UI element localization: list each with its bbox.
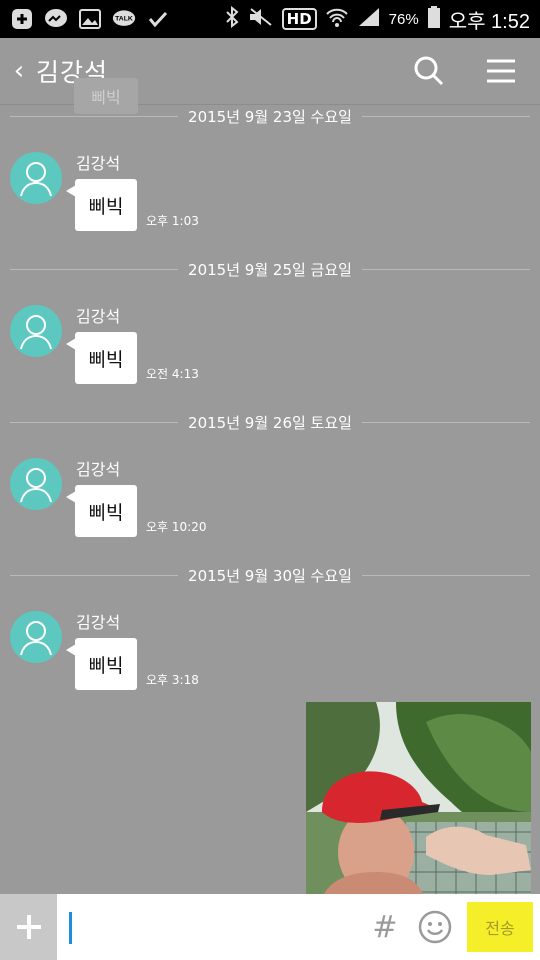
menu-button[interactable] [484, 54, 518, 88]
chat-area[interactable]: 2015년 9월 23일 수요일 김강석 삐빅 오후 1:03 2015년 9월… [0, 104, 540, 894]
search-button[interactable] [412, 54, 446, 88]
person-icon [20, 621, 52, 656]
photo-message[interactable] [306, 702, 531, 894]
battery-percent: 76% [388, 10, 419, 28]
person-icon [20, 162, 52, 197]
message-item: 김강석 삐빅 오후 3:18 [0, 611, 540, 701]
smiley-icon [418, 910, 452, 944]
input-bar: # 전송 [0, 894, 540, 960]
battery-icon [427, 5, 441, 34]
chat-header: 삐빅 ‹ 김강석 [0, 38, 540, 114]
date-separator: 2015년 9월 30일 수요일 [0, 563, 540, 587]
message-item: 김강석 삐빅 오후 1:03 [0, 152, 540, 242]
wifi-icon [325, 6, 349, 33]
signal-icon [357, 6, 381, 33]
message-time: 오후 1:03 [146, 214, 199, 228]
notification-plus-icon [10, 7, 34, 31]
date-separator: 2015년 9월 23일 수요일 [0, 104, 540, 128]
sender-name: 김강석 [76, 613, 121, 632]
avatar[interactable] [10, 611, 62, 663]
emoticon-button[interactable] [415, 907, 455, 947]
gallery-icon [78, 7, 102, 31]
clock: 오후 1:52 [448, 10, 530, 33]
search-icon [414, 56, 444, 86]
sender-name: 김강석 [76, 307, 121, 326]
hamburger-icon [487, 59, 515, 83]
send-button[interactable]: 전송 [467, 902, 533, 952]
date-separator: 2015년 9월 25일 금요일 [0, 257, 540, 281]
person-icon [20, 468, 52, 503]
date-separator: 2015년 9월 26일 토요일 [0, 410, 540, 434]
kakaotalk-icon: TALK [112, 7, 136, 31]
avatar[interactable] [10, 305, 62, 357]
messenger-icon [44, 7, 68, 31]
date-text: 2015년 9월 23일 수요일 [188, 107, 352, 126]
bluetooth-icon [224, 5, 240, 33]
sender-name: 김강석 [76, 460, 121, 479]
status-bar: TALK HD 76% 오후 1:52 [0, 0, 540, 38]
message-bubble[interactable]: 삐빅 [66, 332, 137, 384]
back-button[interactable]: ‹ [2, 56, 36, 86]
message-bubble[interactable]: 삐빅 [66, 179, 137, 231]
photo-image [306, 702, 531, 894]
message-input[interactable] [57, 894, 365, 960]
message-item: 김강석 삐빅 오전 4:13 [0, 305, 540, 395]
message-item: 김강석 삐빅 오후 10:20 [0, 458, 540, 548]
date-text: 2015년 9월 26일 토요일 [188, 413, 352, 432]
message-bubble[interactable]: 삐빅 [66, 638, 137, 690]
message-time: 오후 10:20 [146, 520, 207, 534]
message-time: 오후 3:18 [146, 673, 199, 687]
date-text: 2015년 9월 25일 금요일 [188, 260, 352, 279]
person-icon [20, 315, 52, 350]
plus-icon [16, 915, 41, 939]
date-text: 2015년 9월 30일 수요일 [188, 566, 352, 585]
mute-icon [248, 6, 274, 33]
talk-label: TALK [115, 16, 133, 23]
add-attachment-button[interactable] [0, 894, 57, 960]
avatar[interactable] [10, 458, 62, 510]
hd-icon: HD [281, 8, 317, 30]
hd-label: HD [286, 10, 312, 28]
hashtag-button[interactable]: # [365, 910, 405, 945]
text-caret [69, 912, 72, 944]
message-bubble[interactable]: 삐빅 [66, 485, 137, 537]
message-time: 오전 4:13 [146, 367, 199, 381]
avatar[interactable] [10, 152, 62, 204]
sender-name: 김강석 [76, 154, 121, 173]
check-icon [146, 7, 170, 31]
